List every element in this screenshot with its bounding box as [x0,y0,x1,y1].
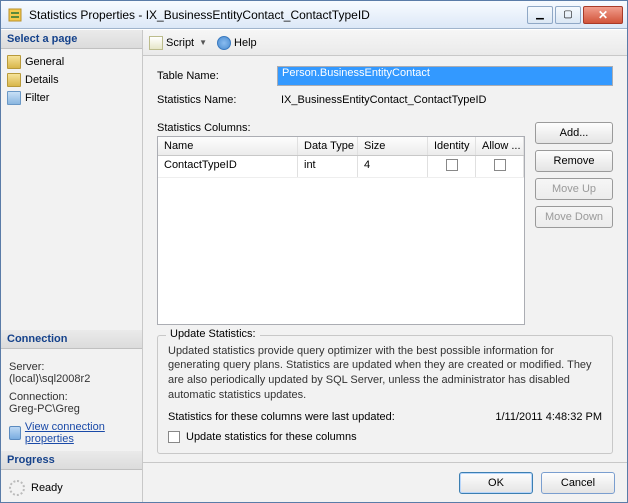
connection-header: Connection [1,330,142,349]
dialog-window: Statistics Properties - IX_BusinessEntit… [0,0,628,503]
page-label: General [25,56,64,68]
right-panel: Script ▼ Help Table Name: Person.Busines… [143,30,627,502]
view-connection-text: View connection properties [25,421,134,445]
page-item-general[interactable]: General [7,53,136,71]
last-updated-label: Statistics for these columns were last u… [168,411,495,423]
maximize-button[interactable]: ▢ [555,6,581,24]
page-icon [7,91,21,105]
update-checkbox[interactable] [168,431,180,443]
server-value: (local)\sql2008r2 [9,373,134,385]
help-icon [217,36,231,50]
chevron-down-icon: ▼ [199,38,207,47]
update-checkbox-label: Update statistics for these columns [186,431,357,443]
script-icon [149,36,163,50]
remove-button[interactable]: Remove [535,150,613,172]
progress-header: Progress [1,451,142,470]
progress-spinner-icon [9,480,25,496]
toolbar: Script ▼ Help [143,30,627,56]
table-row[interactable]: ContactTypeID int 4 [158,156,524,178]
cell-type: int [298,156,358,177]
view-connection-link[interactable]: View connection properties [9,421,134,445]
script-button[interactable]: Script ▼ [149,36,207,50]
update-description: Updated statistics provide query optimiz… [168,344,602,403]
cell-identity [428,156,476,177]
page-item-filter[interactable]: Filter [7,89,136,107]
update-legend: Update Statistics: [166,328,260,340]
col-header-identity[interactable]: Identity [428,137,476,155]
help-label: Help [234,37,257,49]
select-page-header: Select a page [1,30,142,49]
checkbox-icon[interactable] [494,159,506,171]
col-header-type[interactable]: Data Type [298,137,358,155]
cancel-button[interactable]: Cancel [541,472,615,494]
page-icon [7,73,21,87]
move-down-button: Move Down [535,206,613,228]
checkbox-icon[interactable] [446,159,458,171]
dialog-footer: OK Cancel [143,462,627,502]
move-up-button: Move Up [535,178,613,200]
statistics-name-value: IX_BusinessEntityContact_ContactTypeID [277,92,613,108]
add-button[interactable]: Add... [535,122,613,144]
table-name-label: Table Name: [157,70,277,82]
page-icon [7,55,21,69]
col-header-size[interactable]: Size [358,137,428,155]
page-item-details[interactable]: Details [7,71,136,89]
col-header-allow[interactable]: Allow ... [476,137,524,155]
last-updated-value: 1/11/2011 4:48:32 PM [495,411,602,423]
script-label: Script [166,37,194,49]
app-icon [7,7,23,23]
connection-value: Greg-PC\Greg [9,403,134,415]
connection-icon [9,426,21,440]
close-button[interactable]: ✕ [583,6,623,24]
statistics-columns-grid[interactable]: Name Data Type Size Identity Allow ... C… [157,136,525,325]
titlebar[interactable]: Statistics Properties - IX_BusinessEntit… [1,1,627,29]
window-title: Statistics Properties - IX_BusinessEntit… [29,8,527,22]
grid-header: Name Data Type Size Identity Allow ... [158,137,524,156]
cell-name: ContactTypeID [158,156,298,177]
col-header-name[interactable]: Name [158,137,298,155]
connection-label: Connection: [9,391,134,403]
ok-button[interactable]: OK [459,472,533,494]
left-panel: Select a page General Details Filter Con… [1,30,143,502]
minimize-button[interactable]: ▁ [527,6,553,24]
statistics-name-label: Statistics Name: [157,94,277,106]
page-label: Details [25,74,59,86]
server-label: Server: [9,361,134,373]
columns-label: Statistics Columns: [157,122,525,134]
table-name-input[interactable]: Person.BusinessEntityContact [277,66,613,86]
cell-allow [476,156,524,177]
help-button[interactable]: Help [217,36,257,50]
progress-status: Ready [31,482,63,494]
cell-size: 4 [358,156,428,177]
update-statistics-group: Update Statistics: Updated statistics pr… [157,335,613,454]
page-label: Filter [25,92,49,104]
